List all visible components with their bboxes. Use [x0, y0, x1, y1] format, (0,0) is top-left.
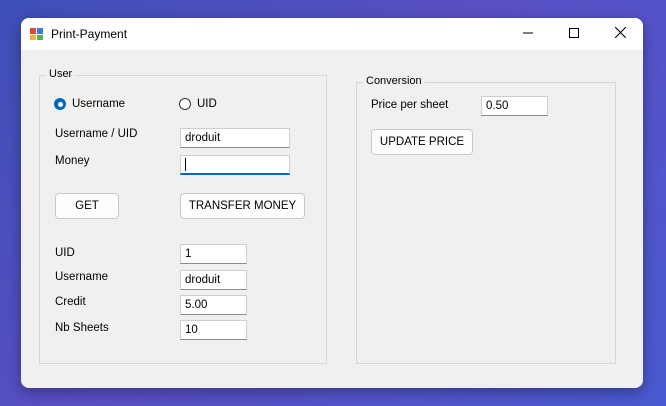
- update-price-button[interactable]: UPDATE PRICE: [371, 129, 473, 155]
- transfer-money-button[interactable]: TRANSFER MONEY: [180, 193, 305, 219]
- uid-label: UID: [55, 247, 75, 259]
- username-label: Username: [55, 271, 109, 283]
- radio-username-label: Username: [72, 98, 126, 110]
- username-output[interactable]: droduit: [180, 270, 247, 290]
- radio-uid[interactable]: UID: [179, 98, 217, 110]
- close-icon: [614, 26, 626, 41]
- credit-output[interactable]: 5.00: [180, 295, 247, 315]
- price-per-sheet-input[interactable]: 0.50: [481, 96, 548, 116]
- conversion-group-legend: Conversion: [363, 75, 425, 87]
- radio-uid-label: UID: [197, 98, 217, 110]
- username-uid-label: Username / UID: [55, 128, 138, 140]
- title-bar: Print-Payment: [21, 18, 643, 50]
- radio-username-indicator[interactable]: [54, 98, 66, 110]
- money-label: Money: [55, 155, 90, 167]
- minimize-button[interactable]: [505, 18, 551, 50]
- conversion-groupbox: Conversion: [356, 75, 616, 364]
- printer-icon: [29, 26, 45, 42]
- user-group-legend: User: [46, 68, 76, 80]
- username-uid-input[interactable]: droduit: [180, 128, 290, 148]
- credit-label: Credit: [55, 296, 86, 308]
- maximize-button[interactable]: [551, 18, 597, 50]
- uid-output[interactable]: 1: [180, 244, 247, 264]
- main-window: Print-Payment User Username UID Username…: [21, 18, 643, 388]
- radio-uid-indicator[interactable]: [179, 98, 191, 110]
- minimize-icon: [523, 27, 533, 41]
- get-button[interactable]: GET: [55, 193, 119, 219]
- window-title: Print-Payment: [51, 27, 128, 41]
- text-caret: [185, 158, 186, 172]
- money-input[interactable]: [180, 155, 290, 175]
- radio-username[interactable]: Username: [54, 98, 125, 110]
- price-per-sheet-label: Price per sheet: [371, 99, 449, 111]
- nb-sheets-label: Nb Sheets: [55, 322, 109, 334]
- close-button[interactable]: [597, 18, 643, 50]
- nb-sheets-output[interactable]: 10: [180, 320, 247, 340]
- maximize-icon: [569, 27, 579, 41]
